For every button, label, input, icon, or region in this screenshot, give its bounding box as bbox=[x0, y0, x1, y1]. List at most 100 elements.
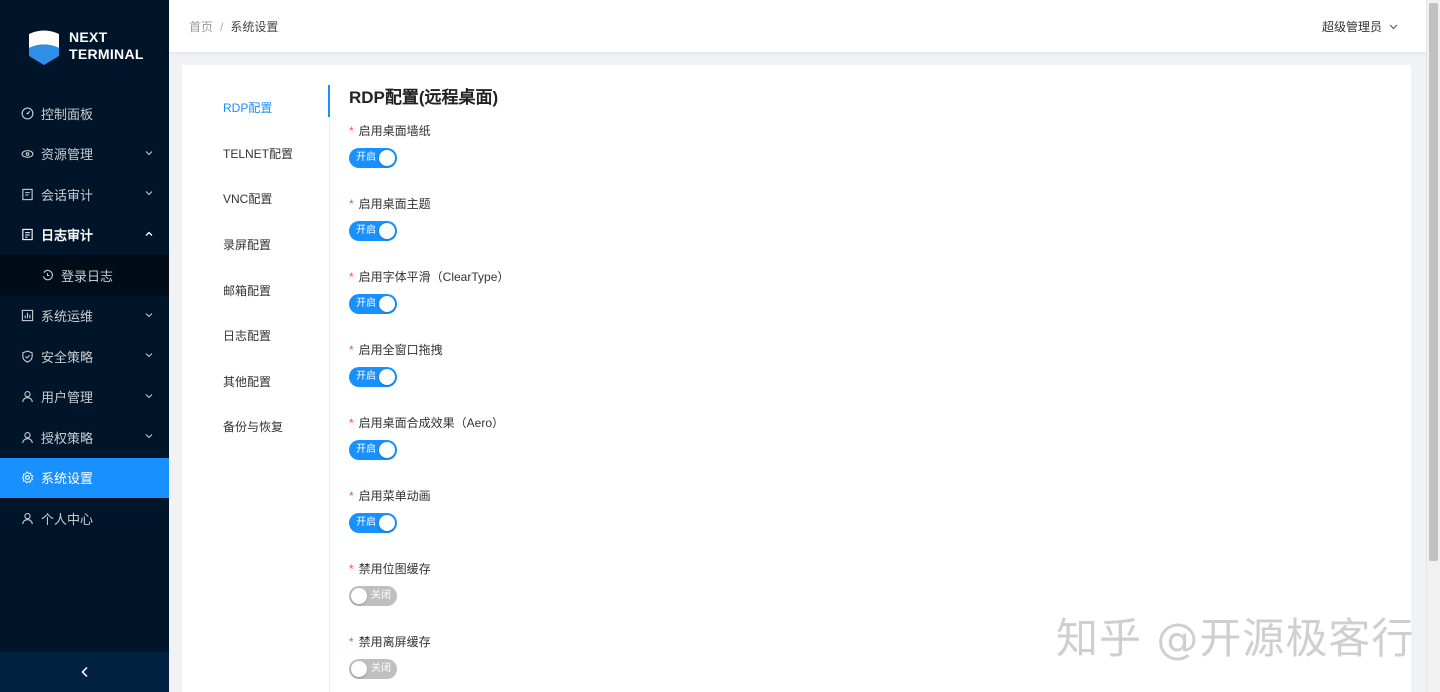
toggle-text: 开启 bbox=[356, 152, 376, 163]
sidebar-collapse-button[interactable] bbox=[0, 652, 169, 692]
sidebar-item-label: 资源管理 bbox=[41, 147, 94, 163]
sidebar-item-session-audit[interactable]: 会话审计 bbox=[0, 174, 169, 215]
sidebar: NEXT TERMINAL 控制面板 资源管理 会话审计 日志审计 登录日志 系… bbox=[0, 0, 169, 692]
required-mark: * bbox=[349, 269, 354, 284]
required-mark: * bbox=[349, 342, 354, 357]
user-icon bbox=[20, 390, 34, 404]
dashboard-icon bbox=[20, 106, 34, 120]
sidebar-item-dashboard[interactable]: 控制面板 bbox=[0, 93, 169, 134]
form-label: * 禁用离屏缓存 bbox=[349, 633, 431, 650]
logo-text-line1: NEXT bbox=[69, 29, 108, 45]
bitmap-caching-toggle[interactable]: 关闭 bbox=[349, 586, 397, 606]
form-label-text: 启用全窗口拖拽 bbox=[358, 343, 443, 357]
toggle-text: 开启 bbox=[356, 517, 376, 528]
top-header: 首页 / 系统设置 超级管理员 bbox=[169, 0, 1426, 52]
user-menu[interactable]: 超级管理员 bbox=[1322, 18, 1398, 35]
sidebar-item-label: 登录日志 bbox=[61, 268, 114, 284]
theming-toggle[interactable]: 开启 bbox=[349, 221, 397, 241]
audit-icon bbox=[20, 187, 34, 201]
toggle-knob bbox=[379, 296, 395, 312]
tab-vnc[interactable]: VNC配置 bbox=[182, 176, 329, 222]
required-mark: * bbox=[349, 415, 354, 430]
required-mark: * bbox=[349, 488, 354, 503]
shield-icon bbox=[20, 349, 34, 363]
form-label-text: 启用字体平滑（ClearType） bbox=[358, 270, 510, 284]
toggle-text: 开启 bbox=[356, 371, 376, 382]
font-smoothing-toggle[interactable]: 开启 bbox=[349, 294, 397, 314]
gear-icon bbox=[20, 471, 34, 485]
sidebar-item-user-management[interactable]: 用户管理 bbox=[0, 377, 169, 418]
form-item-theming: * 启用桌面主题 开启 bbox=[349, 183, 498, 256]
tab-rdp[interactable]: RDP配置 bbox=[182, 85, 330, 131]
chevron-down-icon bbox=[145, 434, 153, 439]
tab-mail[interactable]: 邮箱配置 bbox=[182, 267, 329, 313]
sidebar-item-label: 日志审计 bbox=[41, 228, 94, 244]
form-item-font-smoothing: * 启用字体平滑（ClearType） 开启 bbox=[349, 256, 509, 329]
toggle-knob bbox=[351, 661, 367, 677]
settings-tabs: RDP配置 TELNET配置 VNC配置 录屏配置 邮箱配置 日志配置 其他配置… bbox=[182, 85, 330, 692]
cloud-icon bbox=[20, 147, 34, 161]
sidebar-item-label: 会话审计 bbox=[41, 187, 94, 203]
sidebar-item-label: 系统设置 bbox=[41, 471, 94, 487]
sidebar-item-system-settings[interactable]: 系统设置 bbox=[0, 457, 169, 498]
tab-recording[interactable]: 录屏配置 bbox=[182, 222, 329, 268]
chevron-down-icon bbox=[145, 353, 153, 358]
chevron-down-icon bbox=[145, 312, 153, 318]
logo-text: NEXT TERMINAL bbox=[69, 29, 144, 63]
rdp-settings-panel: RDP配置(远程桌面) * 启用桌面墙纸 开启 * 启用桌面主题 开启 * 启用字体平… bbox=[349, 86, 509, 692]
form-label: * 启用全窗口拖拽 bbox=[349, 341, 443, 358]
form-label-text: 启用桌面墙纸 bbox=[358, 124, 431, 138]
sidebar-item-label: 用户管理 bbox=[41, 390, 94, 406]
form-label-text: 启用桌面合成效果（Aero） bbox=[358, 416, 505, 430]
menu-animations-toggle[interactable]: 开启 bbox=[349, 513, 397, 533]
sidebar-item-label: 控制面板 bbox=[41, 106, 94, 122]
app-logo[interactable]: NEXT TERMINAL bbox=[27, 26, 144, 66]
form-item-menu-animations: * 启用菜单动画 开启 bbox=[349, 475, 498, 548]
desktop-composition-toggle[interactable]: 开启 bbox=[349, 440, 397, 460]
sidebar-item-login-log[interactable]: 登录日志 bbox=[0, 255, 169, 296]
page-scrollbar[interactable] bbox=[1426, 0, 1440, 692]
form-label: * 启用菜单动画 bbox=[349, 487, 431, 504]
form-item-desktop-composition: * 启用桌面合成效果（Aero） 开启 bbox=[349, 402, 504, 475]
sidebar-item-label: 个人中心 bbox=[41, 511, 94, 527]
sidebar-item-personal-center[interactable]: 个人中心 bbox=[0, 498, 169, 539]
toggle-knob bbox=[379, 223, 395, 239]
sidebar-item-log-audit[interactable]: 日志审计 bbox=[0, 215, 169, 256]
form-item-wallpaper: * 启用桌面墙纸 开启 bbox=[349, 110, 498, 183]
toggle-knob bbox=[351, 588, 367, 604]
chevron-down-icon bbox=[145, 191, 153, 196]
sidebar-item-system-ops[interactable]: 系统运维 bbox=[0, 296, 169, 337]
toggle-knob bbox=[379, 442, 395, 458]
form-label-text: 启用桌面主题 bbox=[358, 197, 431, 211]
log-icon bbox=[20, 228, 34, 242]
breadcrumb-home[interactable]: 首页 bbox=[189, 18, 213, 35]
toggle-text: 开启 bbox=[356, 225, 376, 236]
scrollbar-thumb[interactable] bbox=[1429, 3, 1438, 561]
panel-title: RDP配置(远程桌面) bbox=[349, 88, 499, 107]
toggle-text: 开启 bbox=[356, 298, 376, 309]
tab-log[interactable]: 日志配置 bbox=[182, 313, 329, 359]
breadcrumb-separator: / bbox=[220, 19, 224, 34]
tab-other[interactable]: 其他配置 bbox=[182, 359, 329, 405]
required-mark: * bbox=[349, 634, 354, 649]
logo-icon bbox=[29, 30, 59, 65]
toggle-text: 开启 bbox=[356, 444, 376, 455]
required-mark: * bbox=[349, 123, 354, 138]
form-label: * 启用桌面墙纸 bbox=[349, 122, 431, 139]
form-label-text: 启用菜单动画 bbox=[358, 489, 431, 503]
required-mark: * bbox=[349, 561, 354, 576]
sidebar-item-label: 安全策略 bbox=[41, 349, 94, 365]
wallpaper-toggle[interactable]: 开启 bbox=[349, 148, 397, 168]
offscreen-caching-toggle[interactable]: 关闭 bbox=[349, 659, 397, 679]
login-log-icon bbox=[40, 268, 54, 282]
form-label: * 启用字体平滑（ClearType） bbox=[349, 268, 509, 285]
sidebar-item-security-policy[interactable]: 安全策略 bbox=[0, 336, 169, 377]
full-window-drag-toggle[interactable]: 开启 bbox=[349, 367, 397, 387]
tab-backup-restore[interactable]: 备份与恢复 bbox=[182, 404, 329, 450]
form-label: * 启用桌面主题 bbox=[349, 195, 431, 212]
person-icon bbox=[20, 511, 34, 525]
sidebar-item-authorization-policy[interactable]: 授权策略 bbox=[0, 417, 169, 458]
sidebar-item-resources[interactable]: 资源管理 bbox=[0, 134, 169, 175]
tab-telnet[interactable]: TELNET配置 bbox=[182, 131, 329, 177]
chevron-up-icon bbox=[145, 231, 153, 236]
